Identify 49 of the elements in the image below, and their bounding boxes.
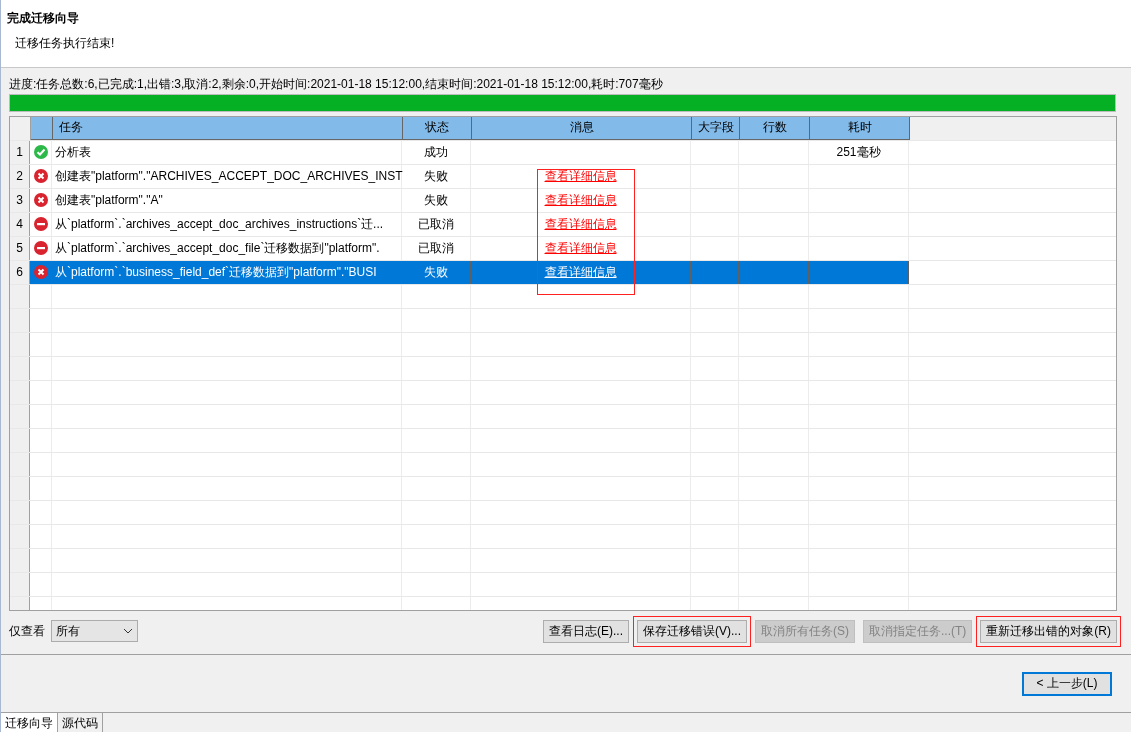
- details-link[interactable]: 查看详细信息: [544, 215, 617, 233]
- chevron-down-icon: [123, 628, 133, 635]
- table-cell: 成功: [424, 143, 448, 161]
- action-button[interactable]: 保存迁移错误(V)...: [637, 619, 747, 643]
- bottom-tab[interactable]: 迁移向导: [1, 713, 58, 732]
- wizard-subtitle: 迁移任务执行结束!: [15, 35, 116, 52]
- table-cell: 失败: [424, 191, 448, 209]
- row-number: 6: [10, 260, 30, 284]
- action-button[interactable]: 重新迁移出错的对象(R): [980, 619, 1117, 643]
- action-button[interactable]: 查看日志(E)...: [543, 619, 629, 643]
- details-link[interactable]: 查看详细信息: [544, 167, 617, 185]
- row-number: 3: [10, 188, 30, 212]
- details-link[interactable]: 查看详细信息: [544, 263, 617, 281]
- table-cell: 创建表"platform"."A": [55, 191, 163, 209]
- column-header[interactable]: 大字段: [692, 116, 740, 140]
- row-number: 4: [10, 212, 30, 236]
- table-cell: 从`platform`.`archives_accept_doc_archives_instructions`迁...: [55, 215, 384, 233]
- row-number: 5: [10, 236, 30, 260]
- table-cell: 失败: [424, 263, 448, 281]
- column-header[interactable]: 行数: [740, 116, 810, 140]
- table-cell: 已取消: [418, 239, 454, 257]
- filter-label: 仅查看: [9, 622, 45, 640]
- table-cell: 已取消: [418, 215, 454, 233]
- table-cell: 分析表: [55, 143, 91, 161]
- back-button[interactable]: < 上一步(L): [1022, 671, 1112, 696]
- column-header[interactable]: 耗时: [810, 116, 910, 140]
- minus-icon: [33, 217, 48, 232]
- table-cell: 创建表"platform"."ARCHIVES_ACCEPT_DOC_ARCHIVES_INST: [55, 167, 403, 185]
- column-header[interactable]: 状态: [403, 116, 472, 140]
- table-cell: 从`platform`.`business_field_def`迁移数据到"platform"."BUSI: [55, 263, 377, 281]
- details-link[interactable]: 查看详细信息: [544, 191, 617, 209]
- cross-icon: [33, 169, 48, 184]
- details-link[interactable]: 查看详细信息: [544, 239, 617, 257]
- filter-dropdown[interactable]: 所有: [51, 620, 138, 643]
- progress-text: 进度:任务总数:6,已完成:1,出错:3,取消:2,剩余:0,开始时间:2021-01-18 15:12:00,结束时间:2021-01-18 15:12:00,耗时:707毫秒: [9, 75, 664, 93]
- column-header[interactable]: [31, 116, 53, 140]
- check-icon: [33, 145, 48, 160]
- wizard-title: 完成迁移向导: [7, 10, 80, 27]
- table-cell: 从`platform`.`archives_accept_doc_file`迁移数据到"platform".: [55, 239, 380, 257]
- table-cell: 失败: [424, 167, 448, 185]
- row-number: 2: [10, 164, 30, 188]
- column-header[interactable]: 消息: [472, 116, 692, 140]
- column-header[interactable]: 任务: [53, 116, 403, 140]
- cross-icon: [33, 193, 48, 208]
- row-number: 1: [10, 140, 30, 164]
- minus-icon: [33, 241, 48, 256]
- table-cell: 251毫秒: [836, 143, 881, 161]
- table-row[interactable]: 从`platform`.`business_field_def`迁移数据到"platform"."BUSI 失败 查看详细信息: [30, 260, 909, 284]
- cross-icon: [33, 265, 48, 280]
